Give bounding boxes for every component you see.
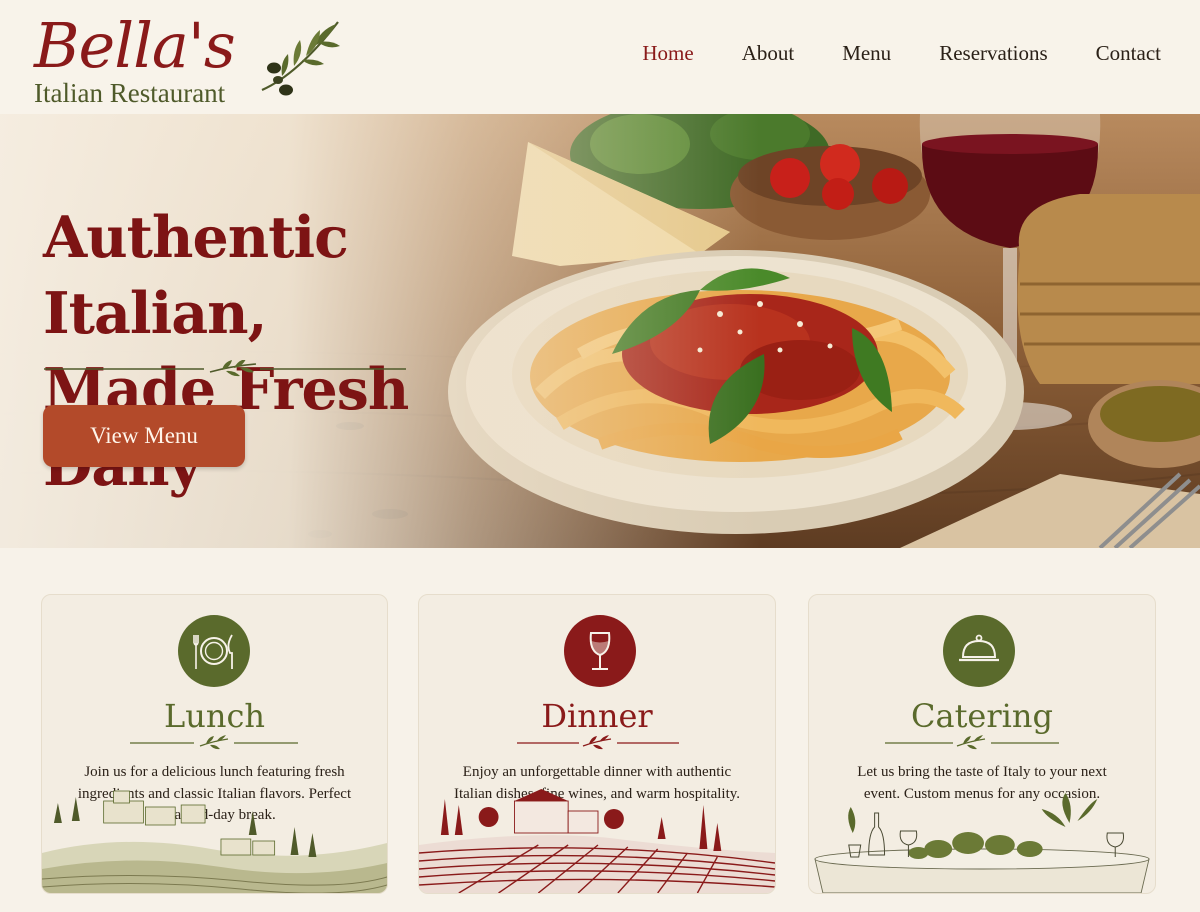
nav-menu[interactable]: Menu bbox=[842, 40, 891, 66]
services-section: Lunch Join us for a delicious lunch feat… bbox=[0, 548, 1200, 912]
nav-contact[interactable]: Contact bbox=[1096, 40, 1161, 66]
hero-headline-line-1: Authentic Italian, bbox=[43, 204, 349, 347]
leaf-divider-icon bbox=[885, 735, 1059, 750]
banquet-table-illustration bbox=[814, 793, 1150, 893]
leaf-divider-icon bbox=[130, 735, 298, 750]
nav-about[interactable]: About bbox=[742, 40, 795, 66]
card-lunch-title: Lunch bbox=[164, 697, 265, 735]
brand-name: Bella's bbox=[34, 9, 236, 82]
brand-logo[interactable]: Bella's Italian Restaurant bbox=[32, 6, 352, 110]
main-nav: Home About Menu Reservations Contact bbox=[594, 40, 1161, 66]
leaf-divider-icon bbox=[44, 360, 406, 377]
nav-reservations[interactable]: Reservations bbox=[939, 40, 1047, 66]
card-lunch[interactable]: Lunch Join us for a delicious lunch feat… bbox=[41, 594, 388, 894]
olive-branch-icon bbox=[261, 21, 340, 96]
hero-banner: Authentic Italian, Made Fresh Daily View… bbox=[0, 114, 1200, 548]
vineyard-villa-illustration bbox=[419, 789, 775, 893]
brand-tagline: Italian Restaurant bbox=[34, 78, 226, 108]
card-catering-title: Catering bbox=[911, 697, 1053, 735]
leaf-divider-icon bbox=[517, 735, 679, 750]
card-dinner[interactable]: Dinner Enjoy an unforgettable dinner wit… bbox=[418, 594, 776, 894]
card-dinner-title: Dinner bbox=[541, 697, 653, 735]
card-catering[interactable]: Catering Let us bring the taste of Italy… bbox=[808, 594, 1156, 894]
site-header: Bella's Italian Restaurant Home About Me… bbox=[0, 0, 1200, 114]
wine-glass-icon bbox=[564, 615, 636, 687]
tuscan-village-illustration bbox=[42, 790, 387, 893]
cloche-icon bbox=[943, 615, 1015, 687]
nav-home[interactable]: Home bbox=[642, 40, 693, 66]
view-menu-button[interactable]: View Menu bbox=[43, 405, 245, 467]
plate-cutlery-icon bbox=[178, 615, 250, 687]
